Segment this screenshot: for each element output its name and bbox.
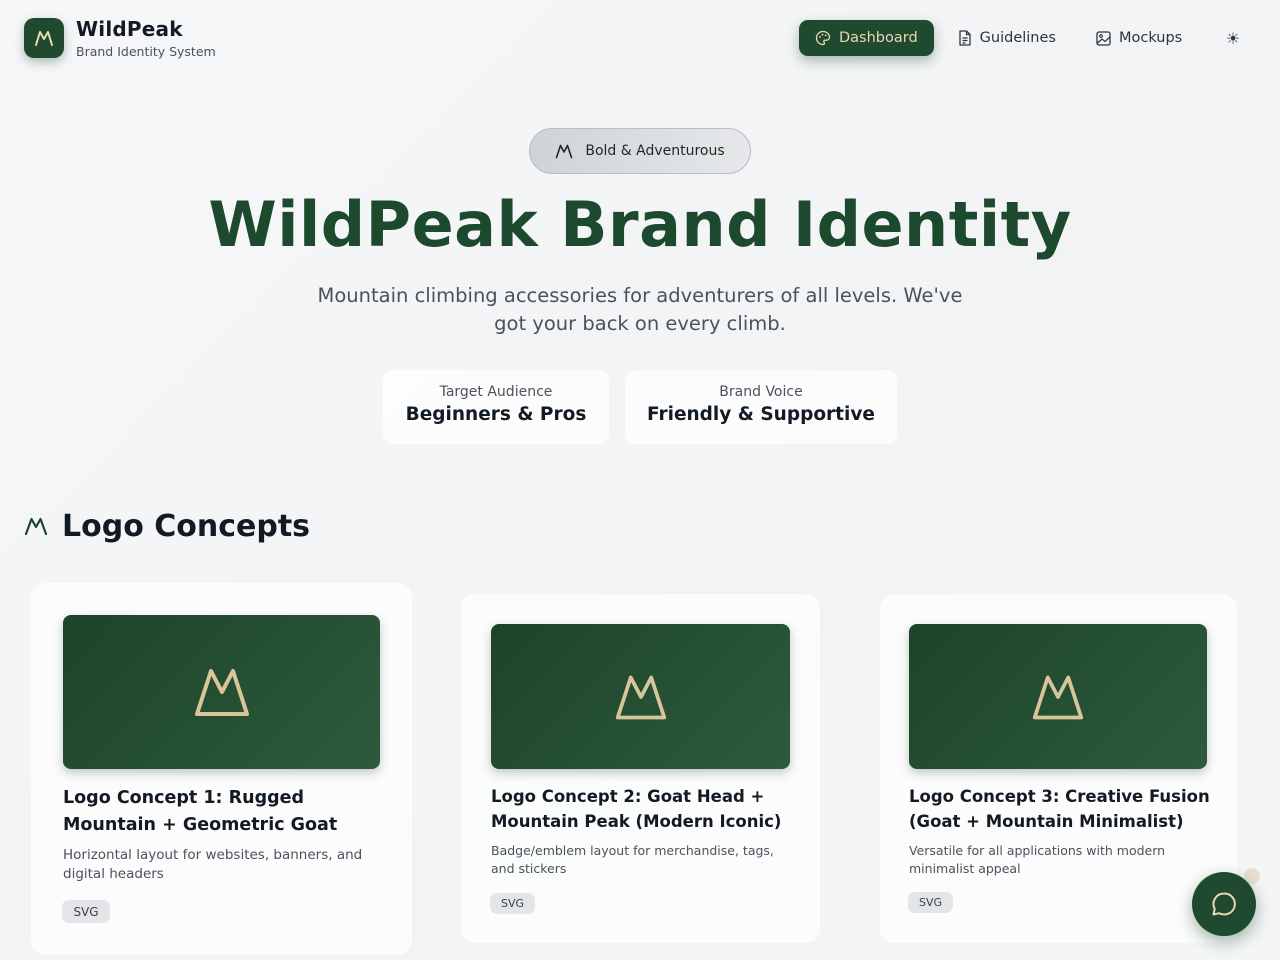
logo-concept-card[interactable]: Logo Concept 1: Rugged Mountain + Geomet… (31, 583, 412, 955)
nav-guidelines[interactable]: Guidelines (942, 20, 1072, 56)
stat-label: Target Audience (439, 384, 553, 400)
brand-tagline: Brand Identity System (76, 44, 216, 59)
nav-mockups-label: Mockups (1118, 30, 1183, 46)
card-title: Logo Concept 3: Creative Fusion (Goat + … (909, 787, 1210, 831)
section-title-text: Logo Concepts (62, 508, 311, 544)
mountain-icon (24, 517, 48, 536)
logo-preview (491, 624, 790, 769)
card-title: Logo Concept 2: Goat Head + Mountain Pea… (491, 787, 782, 831)
chat-button[interactable] (1192, 872, 1256, 936)
nav-dashboard[interactable]: Dashboard (799, 20, 934, 56)
logo-preview (63, 615, 380, 769)
page-subtitle: Mountain climbing accessories for advent… (317, 284, 963, 335)
pill-label: Bold & Adventurous (585, 143, 725, 159)
mountain-logo-icon (194, 669, 249, 716)
nav-mockups[interactable]: Mockups (1080, 20, 1198, 56)
document-icon (959, 30, 971, 46)
format-badge: SVG (490, 893, 535, 914)
main-nav: Dashboard Guidelines Mockups (799, 20, 1198, 56)
logo-concept-card[interactable]: Logo Concept 3: Creative Fusion (Goat + … (880, 594, 1237, 943)
card-title: Logo Concept 1: Rugged Mountain + Geomet… (63, 788, 338, 835)
nav-guidelines-label: Guidelines (979, 30, 1056, 46)
card-description: Versatile for all applications with mode… (909, 843, 1166, 876)
format-badge: SVG (908, 892, 953, 913)
stat-label: Brand Voice (719, 384, 803, 400)
stat-value: Beginners & Pros (405, 404, 587, 425)
nav-dashboard-label: Dashboard (839, 30, 918, 46)
mountain-icon (35, 31, 53, 46)
logo-preview (909, 624, 1207, 769)
logo-concept-card[interactable]: Logo Concept 2: Goat Head + Mountain Pea… (461, 594, 820, 943)
stat-target-audience: Target Audience Beginners & Pros (383, 370, 609, 444)
image-icon (1096, 30, 1111, 46)
top-header: WildPeak Brand Identity System Dashboard… (0, 0, 1280, 76)
stat-value: Friendly & Supportive (647, 404, 875, 425)
stat-brand-voice: Brand Voice Friendly & Supportive (625, 370, 897, 444)
theme-toggle-sun-icon[interactable]: ☀ (1218, 24, 1248, 52)
mountain-icon (556, 144, 573, 159)
section-heading-logo-concepts: Logo Concepts (24, 506, 310, 546)
brand-logo[interactable] (24, 18, 64, 58)
card-description: Horizontal layout for websites, banners,… (63, 847, 363, 882)
brand-personality-pill: Bold & Adventurous (529, 128, 751, 174)
card-description: Badge/emblem layout for merchandise, tag… (491, 843, 774, 876)
chat-bubble-icon (1212, 892, 1236, 916)
mountain-logo-icon (615, 675, 666, 719)
mountain-logo-icon (1032, 675, 1084, 719)
palette-icon (815, 30, 831, 46)
format-badge: SVG (62, 900, 110, 923)
brand-name: WildPeak (76, 17, 183, 41)
page-title: WildPeak Brand Identity (208, 188, 1072, 261)
